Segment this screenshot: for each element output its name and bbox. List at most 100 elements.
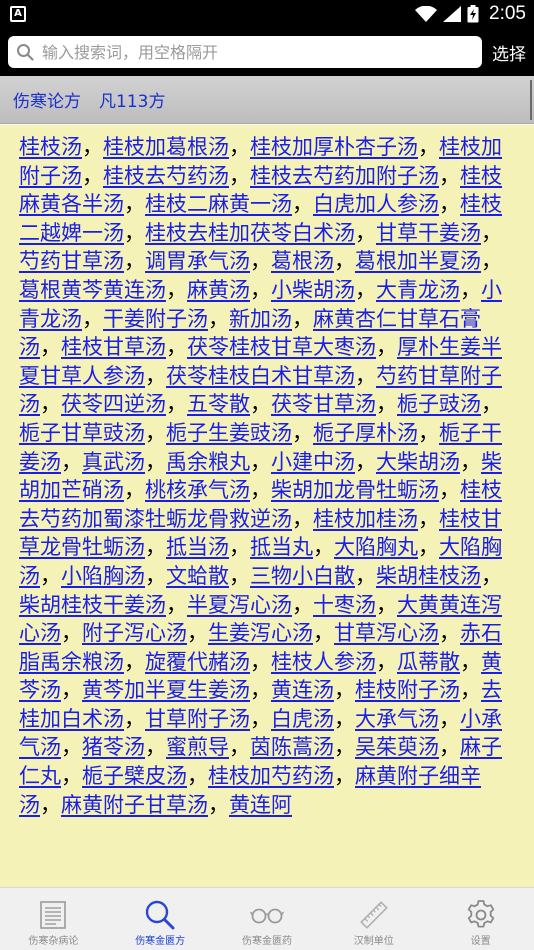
- signal-icon: [443, 6, 462, 22]
- formula-link[interactable]: 柴胡加龙骨牡蛎汤: [271, 478, 439, 502]
- formula-separator: ，: [439, 478, 460, 503]
- formula-link[interactable]: 真武汤: [82, 450, 145, 474]
- nav-item-shanghan-jingui-yao[interactable]: 伤寒金匮药: [214, 888, 321, 950]
- formula-separator: ，: [481, 220, 502, 245]
- formula-link[interactable]: 桂枝附子汤: [355, 678, 460, 702]
- formula-link[interactable]: 桂枝加葛根汤: [103, 135, 229, 159]
- formula-link[interactable]: 大柴胡汤: [376, 450, 460, 474]
- formula-link[interactable]: 麻黄汤: [187, 278, 250, 302]
- formula-separator: ，: [61, 449, 82, 474]
- formula-link[interactable]: 甘草附子汤: [145, 707, 250, 731]
- formula-link[interactable]: 白虎加人参汤: [313, 192, 439, 216]
- formula-link[interactable]: 柴胡桂枝汤: [376, 564, 481, 588]
- select-button[interactable]: 选择: [492, 40, 526, 65]
- formula-link[interactable]: 麻黄附子甘草汤: [61, 793, 208, 817]
- formula-link[interactable]: 栀子豉汤: [397, 392, 481, 416]
- formula-link[interactable]: 葛根汤: [271, 249, 334, 273]
- formula-link[interactable]: 黄连阿: [229, 793, 292, 817]
- scrollbar[interactable]: [530, 80, 532, 120]
- formula-link[interactable]: 桂枝人参汤: [271, 650, 376, 674]
- formula-link[interactable]: 茵陈蒿汤: [250, 735, 334, 759]
- formula-link[interactable]: 小建中汤: [271, 450, 355, 474]
- formula-link[interactable]: 桂枝去芍药汤: [103, 164, 229, 188]
- formula-link[interactable]: 甘草干姜汤: [376, 221, 481, 245]
- formula-link[interactable]: 大青龙汤: [376, 278, 460, 302]
- formula-link[interactable]: 瓜蒂散: [397, 650, 460, 674]
- formula-link[interactable]: 黄连汤: [271, 678, 334, 702]
- formula-link[interactable]: 文蛤散: [166, 564, 229, 588]
- nav-item-settings[interactable]: 设置: [427, 888, 534, 950]
- glasses-icon: [249, 908, 284, 924]
- formula-link[interactable]: 甘草泻心汤: [334, 621, 439, 645]
- formula-link[interactable]: 茯苓四逆汤: [61, 392, 166, 416]
- formula-separator: ，: [61, 735, 82, 760]
- formula-separator: ，: [418, 506, 439, 531]
- formula-separator: ，: [145, 449, 166, 474]
- formula-link[interactable]: 吴茱萸汤: [355, 735, 439, 759]
- formula-link[interactable]: 茯苓甘草汤: [271, 392, 376, 416]
- formula-separator: ，: [439, 735, 460, 760]
- formula-link[interactable]: 桂枝加桂汤: [313, 507, 418, 531]
- formula-link[interactable]: 栀子厚朴汤: [313, 421, 418, 445]
- formula-link[interactable]: 葛根黄芩黄连汤: [19, 278, 166, 302]
- formula-link[interactable]: 栀子檗皮汤: [82, 764, 187, 788]
- section-title: 伤寒论方: [13, 92, 81, 112]
- formula-link[interactable]: 白虎汤: [271, 707, 334, 731]
- formula-link[interactable]: 桂枝二麻黄一汤: [145, 192, 292, 216]
- formula-separator: ，: [250, 449, 271, 474]
- bottom-navigation: 伤寒杂病论 伤寒金匮方 伤寒金匮药 汉制单位 设置: [0, 887, 534, 950]
- search-box[interactable]: [8, 36, 482, 68]
- formula-link[interactable]: 茯苓桂枝白术甘草汤: [166, 364, 355, 388]
- formula-link[interactable]: 栀子生姜豉汤: [166, 421, 292, 445]
- formula-link[interactable]: 调胃承气汤: [145, 249, 250, 273]
- formula-separator: ，: [334, 706, 355, 731]
- formula-link[interactable]: 桂枝去桂加茯苓白术汤: [145, 221, 355, 245]
- formula-link[interactable]: 柴胡桂枝干姜汤: [19, 593, 166, 617]
- formula-link[interactable]: 干姜附子汤: [103, 307, 208, 331]
- formula-link[interactable]: 新加汤: [229, 307, 292, 331]
- formula-separator: ，: [124, 706, 145, 731]
- formula-separator: ，: [40, 392, 61, 417]
- formula-link[interactable]: 桂枝甘草汤: [61, 335, 166, 359]
- formula-link[interactable]: 大承气汤: [355, 707, 439, 731]
- formula-link[interactable]: 抵当汤: [166, 535, 229, 559]
- formula-link[interactable]: 桃核承气汤: [145, 478, 250, 502]
- nav-item-shanghan-zabing-lun[interactable]: 伤寒杂病论: [0, 888, 107, 950]
- formula-link[interactable]: 生姜泻心汤: [208, 621, 313, 645]
- formula-separator: ，: [250, 649, 271, 674]
- formula-link[interactable]: 五苓散: [187, 392, 250, 416]
- formula-separator: ，: [418, 135, 439, 159]
- formula-link[interactable]: 抵当丸: [250, 535, 313, 559]
- formula-link[interactable]: 茯苓桂枝甘草大枣汤: [187, 335, 376, 359]
- formula-link[interactable]: 三物小白散: [250, 564, 355, 588]
- formula-link[interactable]: 猪苓汤: [82, 735, 145, 759]
- formula-link[interactable]: 旋覆代赭汤: [145, 650, 250, 674]
- formula-link[interactable]: 桂枝加厚朴杏子汤: [250, 135, 418, 159]
- formula-separator: ，: [439, 163, 460, 188]
- formula-list-panel[interactable]: 桂枝汤，桂枝加葛根汤，桂枝加厚朴杏子汤，桂枝加附子汤，桂枝去芍药汤，桂枝去芍药加…: [0, 125, 534, 887]
- formula-link[interactable]: 黄芩加半夏生姜汤: [82, 678, 250, 702]
- formula-link[interactable]: 桂枝去芍药加附子汤: [250, 164, 439, 188]
- formula-separator: ，: [334, 735, 355, 760]
- formula-link[interactable]: 桂枝加芍药汤: [208, 764, 334, 788]
- formula-link[interactable]: 十枣汤: [313, 593, 376, 617]
- formula-link[interactable]: 大陷胸丸: [334, 535, 418, 559]
- formula-link[interactable]: 半夏泻心汤: [187, 593, 292, 617]
- formula-link[interactable]: 小陷胸汤: [61, 564, 145, 588]
- formula-link[interactable]: 附子泻心汤: [82, 621, 187, 645]
- search-input[interactable]: [42, 42, 482, 62]
- nav-item-shanghan-jingui-fang[interactable]: 伤寒金匮方: [107, 888, 214, 950]
- formula-link[interactable]: 禹余粮丸: [166, 450, 250, 474]
- formula-separator: ，: [61, 764, 82, 789]
- formula-link[interactable]: 小柴胡汤: [271, 278, 355, 302]
- formula-link[interactable]: 芍药甘草汤: [19, 249, 124, 273]
- nav-item-hanzhi-danwei[interactable]: 汉制单位: [320, 888, 427, 950]
- formula-separator: ，: [166, 335, 187, 360]
- formula-link[interactable]: 蜜煎导: [166, 735, 229, 759]
- nav-label: 设置: [470, 936, 491, 947]
- formula-link[interactable]: 栀子甘草豉汤: [19, 421, 145, 445]
- formula-link[interactable]: 桂枝汤: [19, 135, 82, 159]
- section-header: 伤寒论方 凡113方: [0, 76, 534, 124]
- formula-link[interactable]: 葛根加半夏汤: [355, 249, 481, 273]
- formula-separator: ，: [460, 649, 481, 674]
